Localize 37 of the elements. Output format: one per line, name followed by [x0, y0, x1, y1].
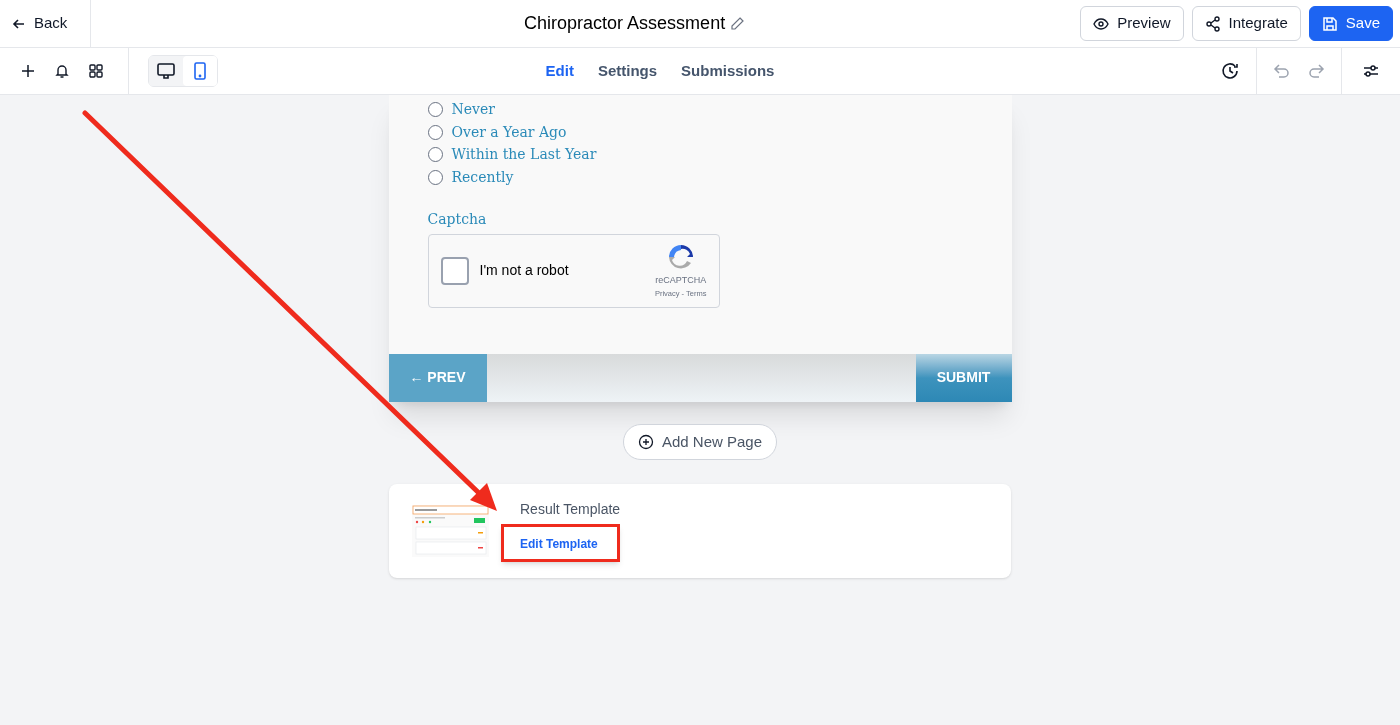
back-button[interactable]: Back — [0, 0, 91, 47]
plus-circle-icon — [637, 433, 654, 450]
radio-button[interactable] — [427, 101, 443, 117]
pencil-icon[interactable] — [729, 15, 746, 32]
undo-icon[interactable] — [1273, 62, 1291, 80]
preview-button[interactable]: Preview — [1080, 6, 1184, 41]
field-label: Captcha — [427, 209, 488, 229]
mobile-view-button[interactable] — [183, 56, 217, 86]
checkbox-label: I'm not a robot — [479, 261, 570, 281]
redo-icon[interactable] — [1307, 62, 1325, 80]
option-label: Never — [451, 99, 495, 119]
monitor-icon — [156, 61, 176, 81]
share-icon — [1204, 15, 1221, 32]
eye-icon — [1093, 15, 1110, 32]
plus-icon[interactable] — [20, 63, 36, 79]
sliders-icon[interactable] — [1362, 62, 1380, 80]
integrate-button[interactable]: Integrate — [1191, 6, 1301, 41]
option-label: Over a Year Ago — [451, 122, 567, 142]
radio-button[interactable] — [427, 147, 443, 163]
grid-icon[interactable] — [88, 63, 104, 79]
radio-button[interactable] — [427, 124, 443, 140]
back-arrow-icon — [12, 16, 26, 31]
history-icon[interactable] — [1220, 61, 1240, 81]
radio-button[interactable] — [427, 169, 443, 185]
form-title: Chiropractor Assessment — [524, 12, 726, 35]
bell-icon[interactable] — [54, 63, 70, 79]
tab[interactable]: Edit — [545, 59, 574, 83]
option-label: Within the Last Year — [451, 145, 597, 165]
edit-template-link[interactable]: Edit Template — [520, 537, 598, 552]
tab[interactable]: Settings — [597, 59, 658, 83]
card-title: Result Template — [520, 500, 621, 520]
add-new-page-button[interactable]: Add New Page — [622, 423, 778, 460]
option-label: Recently — [451, 167, 514, 187]
tab[interactable]: Submissions — [681, 59, 775, 83]
save-button[interactable]: Save — [1308, 6, 1393, 41]
recaptcha-brand: reCAPTCHA — [655, 274, 707, 288]
checkbox[interactable] — [440, 256, 469, 285]
